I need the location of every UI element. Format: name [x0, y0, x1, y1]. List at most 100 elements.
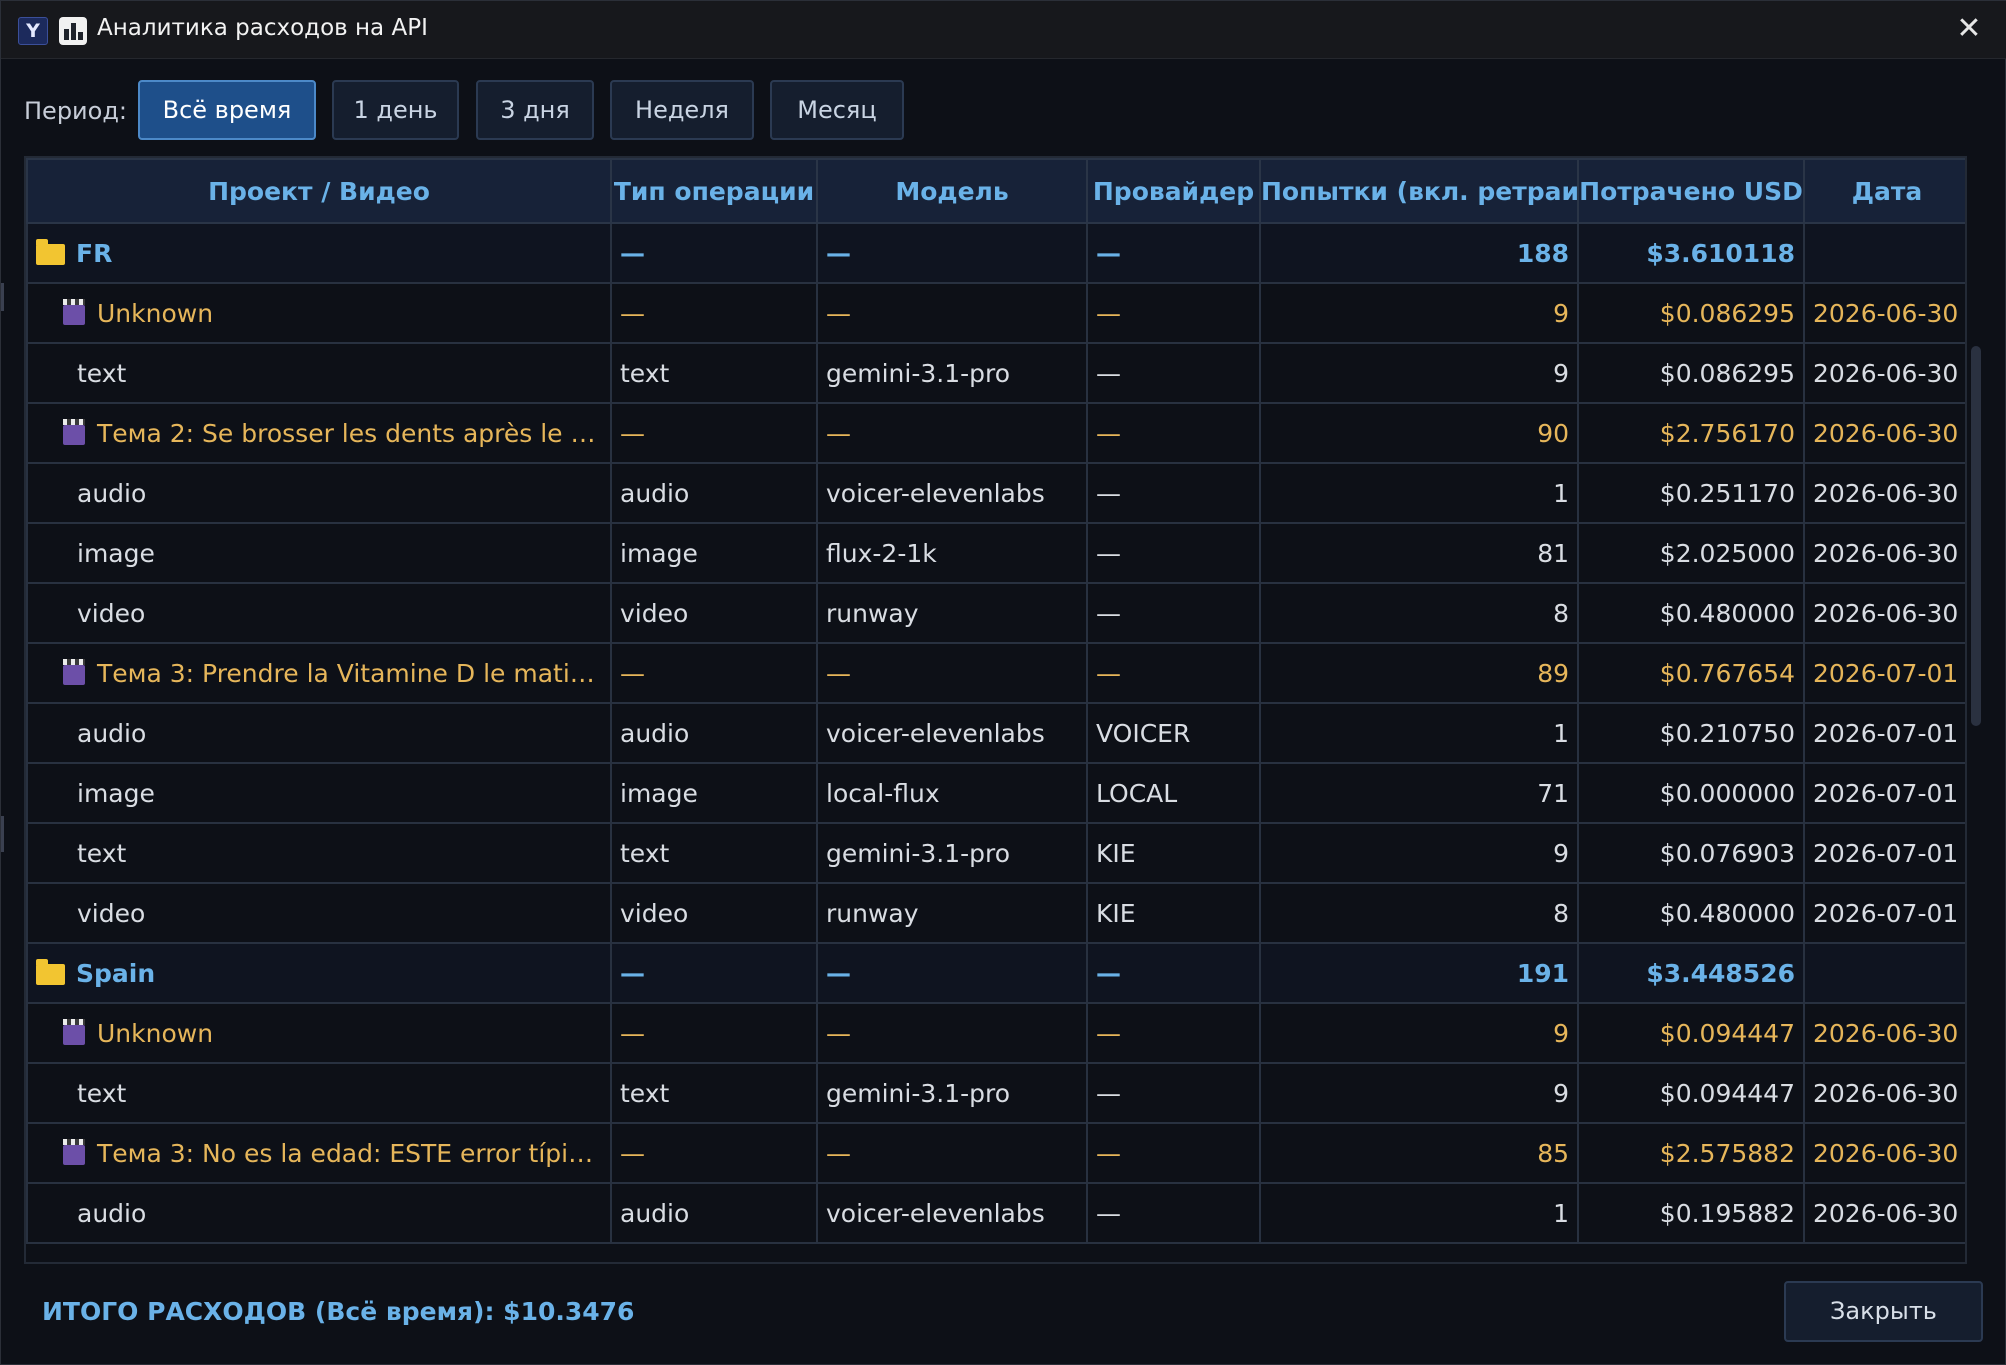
cell-text: KIE: [1096, 838, 1136, 868]
table-row[interactable]: text text gemini-3.1-pro — 9 $0.086295 2026-06…: [26, 342, 1965, 404]
cell-text: $0.094447: [1659, 1078, 1795, 1108]
cell-spent: $0.251170: [1577, 462, 1805, 524]
cell-text: $2.575882: [1659, 1138, 1795, 1168]
table-row[interactable]: video video runway — 8 $0.480000 2026-06-30: [26, 582, 1965, 644]
cell-name: audio: [26, 462, 612, 524]
cell-text: Тема 2: Se brosser les dents après le re…: [97, 418, 611, 448]
video-row[interactable]: Тема 3: No es la edad: ESTE error típico…: [26, 1122, 1965, 1184]
cell-date: 2026-06-30: [1803, 1062, 1965, 1124]
cell-model: runway: [816, 582, 1088, 644]
video-row[interactable]: Unknown — — — 9 $0.094447 2026-06-30: [26, 1002, 1965, 1064]
cell-operation: audio: [610, 1182, 818, 1244]
close-icon[interactable]: ✕: [1949, 9, 1989, 49]
table-row[interactable]: audio audio voicer-elevenlabs — 1 $0.251170 20…: [26, 462, 1965, 524]
period-all-time-button[interactable]: Всё время: [138, 80, 316, 140]
cell-date: 2026-06-30: [1803, 1002, 1965, 1064]
cell-text: —: [620, 238, 645, 268]
cell-date: 2026-07-01: [1803, 762, 1965, 824]
cell-text: 81: [1537, 538, 1569, 568]
cell-date: 2026-07-01: [1803, 702, 1965, 764]
cell-operation: —: [610, 642, 818, 704]
cell-name: video: [26, 882, 612, 944]
cell-text: audio: [77, 478, 147, 508]
cell-text: —: [826, 658, 851, 688]
cell-date: 2026-06-30: [1803, 462, 1965, 524]
cell-date: 2026-06-30: [1803, 282, 1965, 344]
video-row[interactable]: Unknown — — — 9 $0.086295 2026-06-30: [26, 282, 1965, 344]
cell-text: —: [1096, 1138, 1121, 1168]
table-row[interactable]: audio audio voicer-elevenlabs — 1 $0.195882 20…: [26, 1182, 1965, 1244]
cell-text: audio: [620, 718, 690, 748]
cell-text: text: [77, 1078, 127, 1108]
header-model[interactable]: Модель: [816, 158, 1088, 224]
cell-provider: —: [1086, 222, 1261, 284]
cell-date: [1803, 222, 1965, 284]
cell-text: runway: [826, 598, 919, 628]
close-button[interactable]: Закрыть: [1784, 1281, 1983, 1342]
period-3-days-button[interactable]: 3 дня: [476, 80, 594, 140]
title-bar: Y Аналитика расходов на API ✕: [1, 1, 2006, 59]
header-attempts[interactable]: Попытки (вкл. ретраи): [1259, 158, 1579, 224]
cell-attempts: 9: [1259, 342, 1579, 404]
clapperboard-icon: [63, 1018, 85, 1045]
period-label: Период:: [24, 97, 128, 125]
folder-icon: [36, 238, 65, 265]
cell-text: 9: [1553, 358, 1569, 388]
cell-text: image: [77, 778, 155, 808]
cell-text: image: [620, 538, 698, 568]
cell-operation: image: [610, 522, 818, 584]
period-week-button[interactable]: Неделя: [610, 80, 754, 140]
cell-text: 2026-06-30: [1813, 358, 1959, 388]
cell-attempts: 1: [1259, 1182, 1579, 1244]
table-row[interactable]: audio audio voicer-elevenlabs VOICER 1 $0.210…: [26, 702, 1965, 764]
cost-table[interactable]: Проект / Видео Тип операции Модель Прова…: [24, 156, 1967, 1264]
cell-model: —: [816, 642, 1088, 704]
header-provider[interactable]: Провайдер: [1086, 158, 1261, 224]
video-row[interactable]: Тема 3: Prendre la Vitamine D le matin ?…: [26, 642, 1965, 704]
cell-provider: —: [1086, 642, 1261, 704]
cell-name: text: [26, 822, 612, 884]
cell-text: 188: [1516, 238, 1569, 268]
table-row[interactable]: text text gemini-3.1-pro — 9 $0.094447 2026-06…: [26, 1062, 1965, 1124]
header-operation-type[interactable]: Тип операции: [610, 158, 818, 224]
header-project-video[interactable]: Проект / Видео: [26, 158, 612, 224]
cell-text: Тема 3: No es la edad: ESTE error típico…: [97, 1138, 611, 1168]
project-row[interactable]: FR — — — 188 $3.610118: [26, 222, 1965, 284]
cell-text: Тема 3: Prendre la Vitamine D le matin ?…: [97, 658, 611, 688]
project-row[interactable]: Spain — — — 191 $3.448526: [26, 942, 1965, 1004]
cell-text: 2026-06-30: [1813, 1018, 1959, 1048]
cell-spent: $0.210750: [1577, 702, 1805, 764]
cell-text: text: [620, 1078, 670, 1108]
cell-provider: —: [1086, 402, 1261, 464]
table-row[interactable]: video video runway KIE 8 $0.480000 2026-07-01: [26, 882, 1965, 944]
cell-name: Spain: [26, 942, 612, 1004]
cell-text: text: [77, 358, 127, 388]
period-1-day-button[interactable]: 1 день: [332, 80, 459, 140]
table-scrollbar[interactable]: [1971, 346, 1981, 726]
video-row[interactable]: Тема 2: Se brosser les dents après le re…: [26, 402, 1965, 464]
cell-text: —: [1096, 238, 1121, 268]
header-date[interactable]: Дата: [1803, 158, 1965, 224]
cell-attempts: 9: [1259, 1062, 1579, 1124]
cell-text: video: [77, 598, 146, 628]
table-row[interactable]: text text gemini-3.1-pro KIE 9 $0.076903 2026-…: [26, 822, 1965, 884]
cell-text: Unknown: [97, 1018, 214, 1048]
cell-text: —: [826, 1018, 851, 1048]
header-spent-usd[interactable]: Потрачено USD: [1577, 158, 1805, 224]
clapperboard-icon: [63, 658, 85, 685]
cell-text: 8: [1553, 598, 1569, 628]
table-row[interactable]: image image local-flux LOCAL 71 $0.000000 2026…: [26, 762, 1965, 824]
cell-text: 1: [1553, 1198, 1569, 1228]
cell-text: 2026-06-30: [1813, 418, 1959, 448]
cell-operation: audio: [610, 702, 818, 764]
cell-operation: —: [610, 222, 818, 284]
cell-date: 2026-07-01: [1803, 822, 1965, 884]
cell-text: —: [826, 238, 851, 268]
cell-provider: —: [1086, 1182, 1261, 1244]
period-month-button[interactable]: Месяц: [770, 80, 904, 140]
cell-text: audio: [620, 1198, 690, 1228]
cell-attempts: 191: [1259, 942, 1579, 1004]
cell-text: $0.000000: [1659, 778, 1795, 808]
table-row[interactable]: image image flux-2-1k — 81 $2.025000 2026-06-3…: [26, 522, 1965, 584]
cell-text: flux-2-1k: [826, 538, 937, 568]
